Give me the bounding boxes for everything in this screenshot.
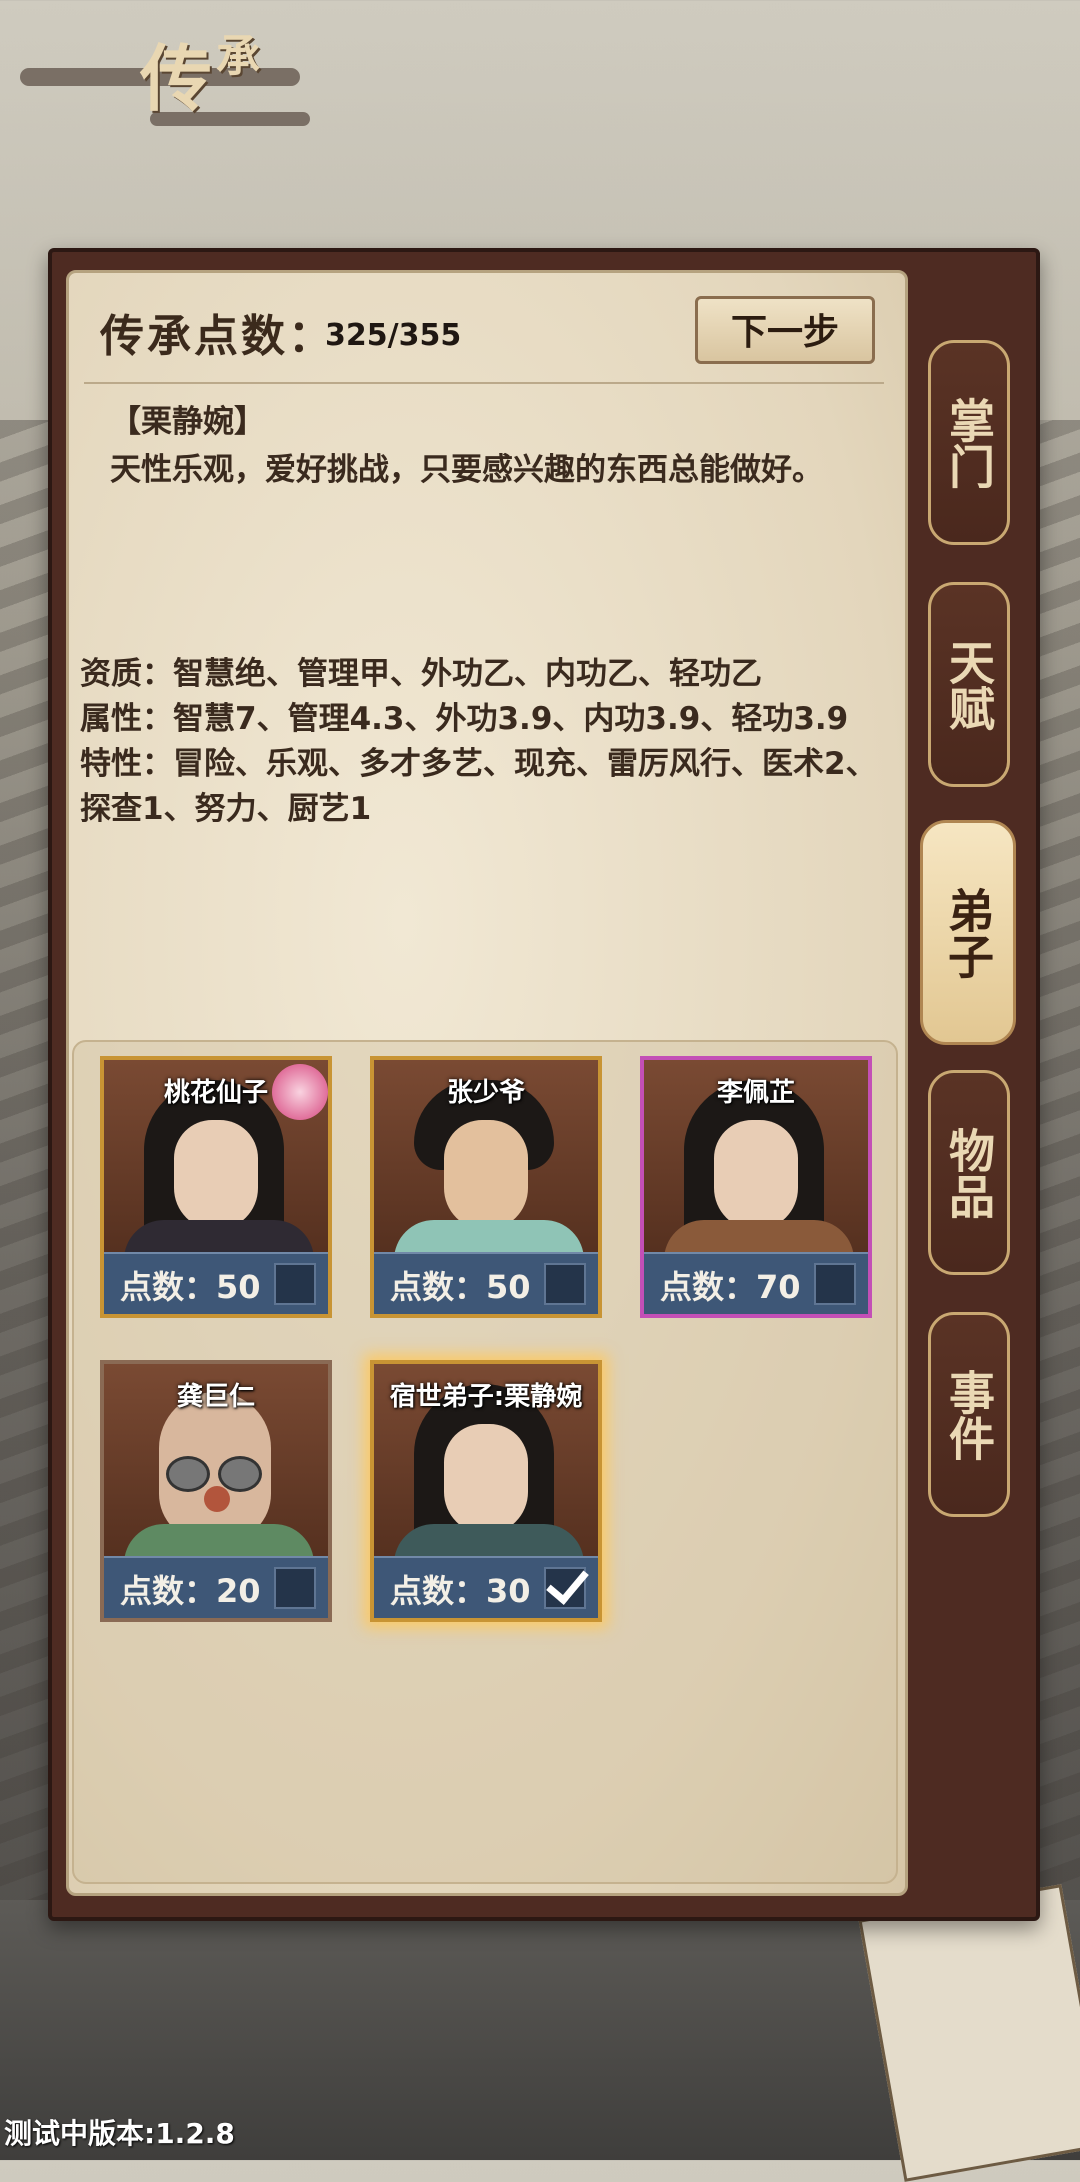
points-value: 325/355	[325, 318, 462, 353]
disciple-card-name: 龚巨仁	[176, 1382, 255, 1412]
tab-talent[interactable]: 天赋	[928, 582, 1010, 787]
traits-text: 特性：冒险、乐观、多才多艺、现充、雷厉风行、医术2、探查1、努力、厨艺1	[80, 746, 877, 827]
disciple-score: 点数：50	[390, 1268, 531, 1306]
disciple-description-block: 【栗静婉】 天性乐观，爱好挑战，只要感兴趣的东西总能做好。	[110, 398, 850, 494]
select-checkbox[interactable]	[274, 1263, 316, 1305]
disciple-card-name: 桃花仙子	[163, 1078, 268, 1108]
tab-disciples[interactable]: 弟子	[920, 820, 1016, 1045]
page-title: 传承	[140, 31, 265, 121]
disciple-score: 点数：70	[660, 1268, 801, 1306]
tab-items[interactable]: 物品	[928, 1070, 1010, 1275]
version-label: 测试中版本:1.2.8	[4, 2117, 235, 2150]
divider	[84, 382, 884, 384]
score-bar: 点数：50	[104, 1252, 328, 1314]
aptitude-text: 资质：智慧绝、管理甲、外功乙、内功乙、轻功乙	[80, 656, 762, 692]
tab-label: 事件	[942, 1368, 996, 1461]
score-bar: 点数：50	[374, 1252, 598, 1314]
disciple-score: 点数：20	[120, 1572, 261, 1610]
disciple-card-name: 张少爷	[446, 1078, 525, 1108]
check-icon[interactable]	[544, 1567, 586, 1609]
score-bar: 点数：20	[104, 1556, 328, 1618]
score-bar: 点数：30	[374, 1556, 598, 1618]
disciple-name: 【栗静婉】	[110, 404, 265, 440]
tab-label: 物品	[942, 1126, 996, 1219]
page-header: 传承	[20, 20, 320, 130]
tab-label: 弟子	[941, 886, 995, 979]
disciple-card-name: 李佩芷	[716, 1078, 795, 1108]
tab-events[interactable]: 事件	[928, 1312, 1010, 1517]
points-label: 传承点数：	[100, 311, 335, 362]
select-checkbox[interactable]	[274, 1567, 316, 1609]
disciple-score: 点数：30	[390, 1572, 531, 1610]
disciple-card[interactable]: 龚巨仁 点数：20	[100, 1360, 332, 1622]
disciple-card-name: 宿世弟子:栗静婉	[389, 1382, 583, 1412]
attributes-text: 属性：智慧7、管理4.3、外功3.9、内功3.9、轻功3.9	[80, 701, 849, 737]
tab-label: 掌门	[942, 396, 996, 489]
select-checkbox[interactable]	[814, 1263, 856, 1305]
tab-label: 天赋	[942, 638, 996, 731]
disciple-description: 天性乐观，爱好挑战，只要感兴趣的东西总能做好。	[110, 452, 823, 488]
disciple-card[interactable]: 张少爷 点数：50	[370, 1056, 602, 1318]
disciple-score: 点数：50	[120, 1268, 261, 1306]
tab-leader[interactable]: 掌门	[928, 340, 1010, 545]
disciple-stats: 资质：智慧绝、管理甲、外功乙、内功乙、轻功乙 属性：智慧7、管理4.3、外功3.…	[80, 652, 880, 832]
disciple-card[interactable]: 李佩芷 点数：70	[640, 1056, 872, 1318]
select-checkbox[interactable]	[544, 1263, 586, 1305]
score-bar: 点数：70	[644, 1252, 868, 1314]
disciple-card-selected[interactable]: 宿世弟子:栗静婉 点数：30	[370, 1360, 602, 1622]
next-step-button[interactable]: 下一步	[695, 296, 875, 364]
disciple-card[interactable]: 桃花仙子 点数：50	[100, 1056, 332, 1318]
